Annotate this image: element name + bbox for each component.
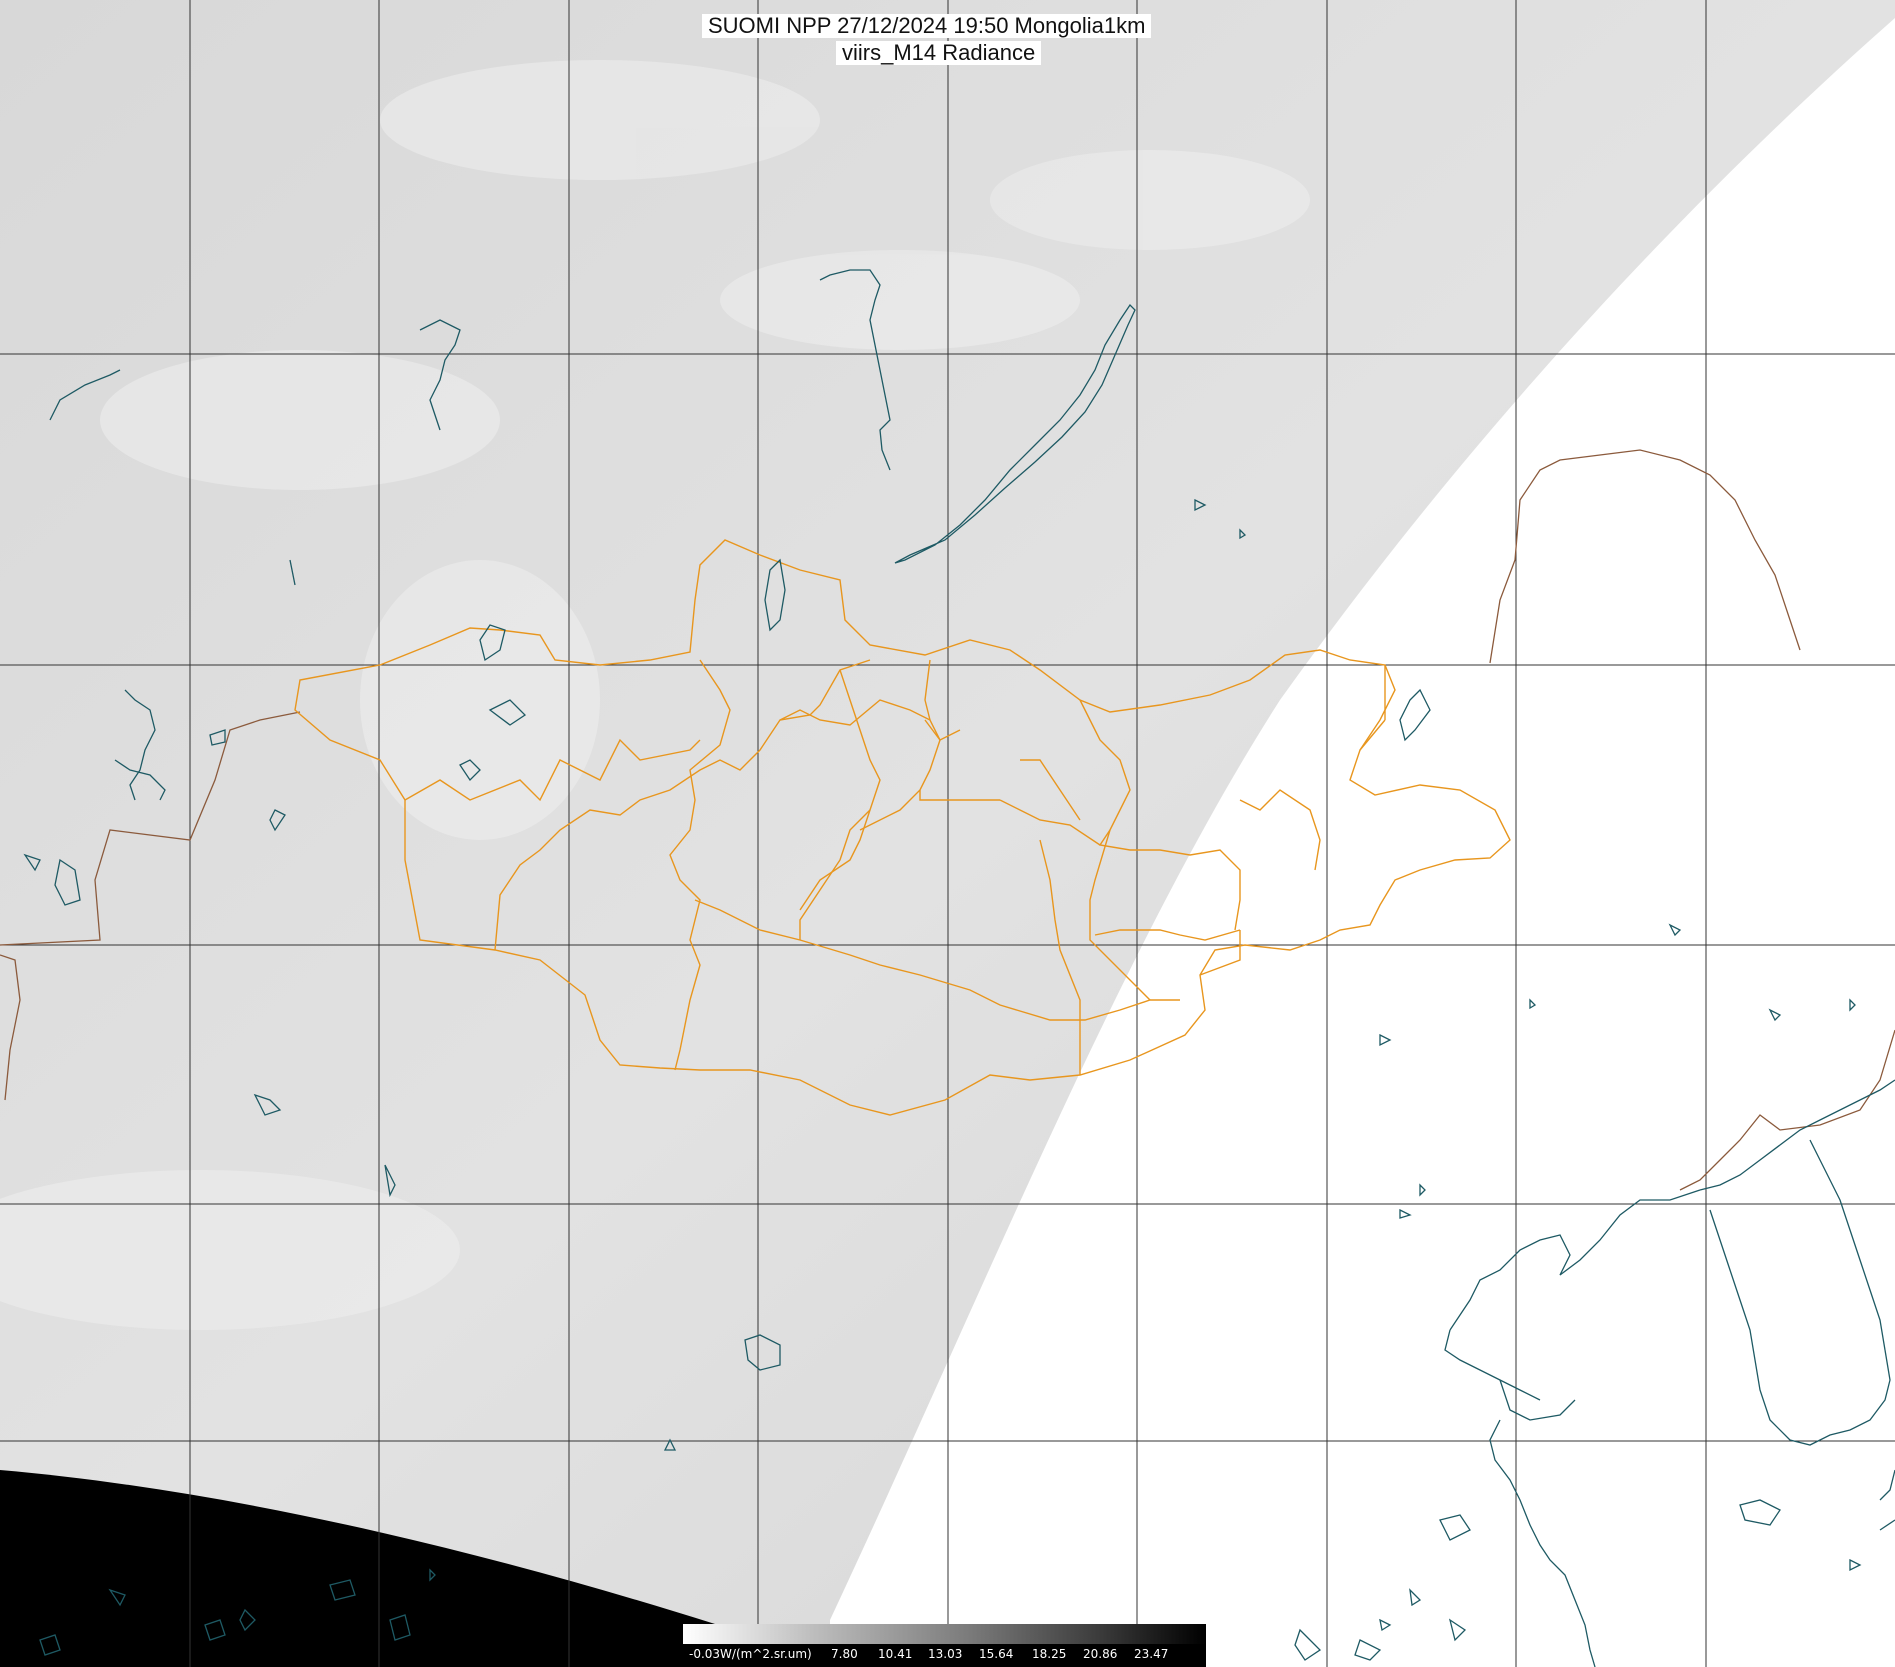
- colorbar-label-max: 23.47: [1134, 1647, 1169, 1661]
- colorbar-label: 13.03: [928, 1647, 963, 1661]
- colorbar-label-min: -0.03W/(m^2.sr.um): [689, 1647, 812, 1661]
- colorbar-legend: -0.03W/(m^2.sr.um) 7.80 10.41 13.03 15.6…: [683, 1624, 1206, 1667]
- colorbar-label: 18.25: [1032, 1647, 1067, 1661]
- colorbar-label: 15.64: [979, 1647, 1014, 1661]
- satellite-map: [0, 0, 1895, 1667]
- colorbar-gradient: [683, 1624, 1206, 1644]
- map-title: SUOMI NPP 27/12/2024 19:50 Mongolia1km: [702, 14, 1152, 38]
- colorbar-label: 10.41: [878, 1647, 913, 1661]
- map-subtitle: viirs_M14 Radiance: [836, 41, 1042, 65]
- colorbar-label: 7.80: [831, 1647, 858, 1661]
- colorbar-label: 20.86: [1083, 1647, 1118, 1661]
- colorbar-labels: -0.03W/(m^2.sr.um) 7.80 10.41 13.03 15.6…: [683, 1644, 1206, 1667]
